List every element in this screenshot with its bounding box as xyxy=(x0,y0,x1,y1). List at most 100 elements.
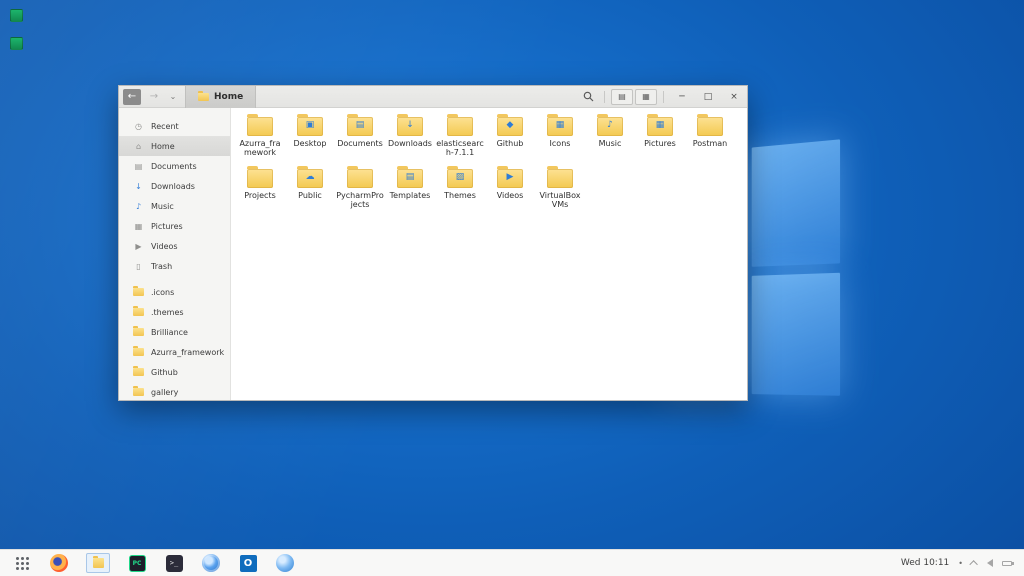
file-name: Projects xyxy=(244,191,276,200)
view-grid-button[interactable]: ▦ xyxy=(635,89,657,105)
file-name: Desktop xyxy=(294,139,327,148)
sidebar-item-label: Github xyxy=(151,368,178,377)
file-name: VirtualBox VMs xyxy=(536,191,584,209)
web-browser-icon xyxy=(202,554,220,572)
folder-icon xyxy=(447,117,473,136)
file-name: Templates xyxy=(390,191,431,200)
file-virtualbox-vms[interactable]: VirtualBox VMs xyxy=(535,166,585,218)
search-icon xyxy=(583,91,594,102)
tab-home[interactable]: Home xyxy=(185,86,256,108)
file-manager-window: ← → ⌄ Home ▤ ▦ ─ □ × ◷ Rec xyxy=(118,85,748,401)
sidebar-item-downloads[interactable]: ↓ Downloads xyxy=(119,176,230,196)
pycharm-icon: PC xyxy=(129,555,146,572)
taskbar-file-manager-active[interactable] xyxy=(86,553,110,573)
file-elasticsearch[interactable]: elasticsearch-7.1.1 xyxy=(435,114,485,166)
system-tray: Wed 10:11 • xyxy=(901,558,1012,568)
sidebar-item-github[interactable]: Github xyxy=(119,362,230,382)
start-button[interactable] xyxy=(12,553,32,573)
file-documents[interactable]: ▤ Documents xyxy=(335,114,385,166)
volume-icon[interactable] xyxy=(987,559,993,567)
windows-logo-pane xyxy=(751,272,840,396)
folder-icon xyxy=(133,388,144,396)
file-templates[interactable]: ▤ Templates xyxy=(385,166,435,218)
taskbar-app-sphere[interactable] xyxy=(275,553,295,573)
file-projects[interactable]: Projects xyxy=(235,166,285,218)
history-dropdown-button[interactable]: ⌄ xyxy=(167,89,179,105)
file-public[interactable]: ☁ Public xyxy=(285,166,335,218)
folder-icon: ▶ xyxy=(497,169,523,188)
desktop-shortcut[interactable] xyxy=(10,37,23,50)
sidebar-item-azurra-framework[interactable]: Azurra_framework xyxy=(119,342,230,362)
downloads-icon: ↓ xyxy=(133,182,144,191)
taskbar-outlook[interactable]: O xyxy=(238,553,258,573)
folder-icon: ▨ xyxy=(447,169,473,188)
file-pycharmprojects[interactable]: PycharmProjects xyxy=(335,166,385,218)
file-themes[interactable]: ▨ Themes xyxy=(435,166,485,218)
folder-overlay-glyph: ▦ xyxy=(647,121,673,130)
sidebar-item-pictures[interactable]: ▦ Pictures xyxy=(119,216,230,236)
trash-icon: ▯ xyxy=(133,262,144,271)
file-name: Music xyxy=(599,139,622,148)
sidebar-item-home[interactable]: ⌂ Home xyxy=(119,136,230,156)
sidebar-item-trash[interactable]: ▯ Trash xyxy=(119,256,230,276)
videos-icon: ▶ xyxy=(133,242,144,251)
documents-icon: ▤ xyxy=(133,162,144,171)
file-name: Icons xyxy=(550,139,571,148)
folder-overlay-glyph: ▣ xyxy=(297,121,323,130)
recent-icon: ◷ xyxy=(133,122,144,131)
file-postman[interactable]: Postman xyxy=(685,114,735,166)
forward-button[interactable]: → xyxy=(145,89,163,105)
sidebar-item-brilliance[interactable]: Brilliance xyxy=(119,322,230,342)
desktop-shortcut[interactable] xyxy=(10,9,23,22)
file-name: Azurra_framework xyxy=(236,139,284,157)
taskbar-web-browser[interactable] xyxy=(201,553,221,573)
sidebar: ◷ Recent ⌂ Home ▤ Documents ↓ Downloads … xyxy=(119,108,231,400)
battery-icon[interactable] xyxy=(1002,561,1012,566)
folder-icon xyxy=(697,117,723,136)
file-icons[interactable]: ▦ Icons xyxy=(535,114,585,166)
sidebar-item-label: Music xyxy=(151,202,174,211)
folder-icon: ▤ xyxy=(397,169,423,188)
hidden-icons-chevron[interactable] xyxy=(969,560,977,568)
close-button[interactable]: × xyxy=(721,86,747,108)
file-github[interactable]: ◆ Github xyxy=(485,114,535,166)
sidebar-item-recent[interactable]: ◷ Recent xyxy=(119,116,230,136)
titlebar[interactable]: ← → ⌄ Home ▤ ▦ ─ □ × xyxy=(119,86,747,108)
search-button[interactable] xyxy=(577,89,599,105)
sidebar-item-icons-folder[interactable]: .icons xyxy=(119,282,230,302)
minimize-button[interactable]: ─ xyxy=(669,86,695,108)
sidebar-item-themes-folder[interactable]: .themes xyxy=(119,302,230,322)
sidebar-item-gallery[interactable]: gallery xyxy=(119,382,230,400)
folder-overlay-glyph: ▤ xyxy=(347,121,373,130)
folder-icon: ▤ xyxy=(347,117,373,136)
outlook-icon: O xyxy=(240,555,257,572)
folder-icon: ↓ xyxy=(397,117,423,136)
taskbar-terminal[interactable]: >_ xyxy=(164,553,184,573)
file-pictures[interactable]: ▦ Pictures xyxy=(635,114,685,166)
view-list-button[interactable]: ▤ xyxy=(611,89,633,105)
back-button[interactable]: ← xyxy=(123,89,141,105)
file-desktop[interactable]: ▣ Desktop xyxy=(285,114,335,166)
folder-icon xyxy=(247,117,273,136)
folder-icon xyxy=(247,169,273,188)
folder-icon xyxy=(133,328,144,336)
maximize-button[interactable]: □ xyxy=(695,86,721,108)
file-music[interactable]: ♪ Music xyxy=(585,114,635,166)
file-azurra-framework[interactable]: Azurra_framework xyxy=(235,114,285,166)
sidebar-bookmarks: .icons .themes Brilliance Azurra_framewo… xyxy=(119,282,230,400)
sidebar-item-documents[interactable]: ▤ Documents xyxy=(119,156,230,176)
taskbar-pycharm[interactable]: PC xyxy=(127,553,147,573)
sidebar-item-music[interactable]: ♪ Music xyxy=(119,196,230,216)
folder-icon: ▦ xyxy=(547,117,573,136)
file-downloads[interactable]: ↓ Downloads xyxy=(385,114,435,166)
sidebar-item-label: Recent xyxy=(151,122,179,131)
sidebar-item-label: Trash xyxy=(151,262,172,271)
file-name: Videos xyxy=(497,191,524,200)
taskbar-firefox[interactable] xyxy=(49,553,69,573)
clock[interactable]: Wed 10:11 xyxy=(901,558,949,568)
folder-overlay-glyph: ▶ xyxy=(497,173,523,182)
files-grid: Azurra_framework ▣ Desktop ▤ Documents ↓… xyxy=(231,108,747,400)
sidebar-item-videos[interactable]: ▶ Videos xyxy=(119,236,230,256)
sidebar-item-label: Pictures xyxy=(151,222,183,231)
file-videos[interactable]: ▶ Videos xyxy=(485,166,535,218)
